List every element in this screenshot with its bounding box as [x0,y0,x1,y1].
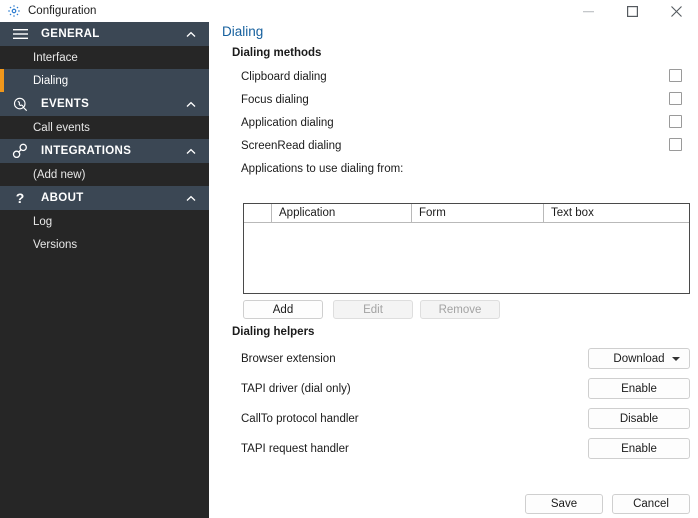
applications-table[interactable]: Application Form Text box [243,203,690,294]
save-button[interactable]: Save [525,494,603,514]
sidebar-item-label: Versions [33,238,78,251]
sidebar-group-label: GENERAL [41,28,100,40]
cancel-button[interactable]: Cancel [612,494,690,514]
link-icon [8,143,32,159]
sidebar-item-label: (Add new) [33,168,86,181]
sidebar-item-dialing[interactable]: Dialing [0,69,209,92]
remove-button[interactable]: Remove [420,300,500,319]
chevron-up-icon[interactable] [186,22,196,46]
focus-dialing-label: Focus dialing [241,94,309,106]
sidebar-item-label: Interface [33,51,78,64]
browser-extension-download-button[interactable]: Download [588,348,690,369]
question-mark-icon: ? [15,190,25,206]
screenread-dialing-label: ScreenRead dialing [241,140,342,152]
sidebar-item-label: Dialing [33,74,69,87]
sidebar-group-general[interactable]: GENERAL [0,22,209,46]
application-dialing-checkbox[interactable] [669,115,682,128]
chevron-up-icon[interactable] [186,186,196,210]
tapi-driver-enable-button[interactable]: Enable [588,378,690,399]
sidebar-group-label: EVENTS [41,98,90,110]
sidebar-item-label: Call events [33,121,90,134]
clipboard-dialing-label: Clipboard dialing [241,71,327,83]
browser-extension-download-label: Download [613,352,665,365]
sidebar-item-interface[interactable]: Interface [0,46,209,69]
gear-icon [6,3,22,19]
maximize-icon[interactable] [610,0,654,22]
minimize-icon[interactable] [566,0,610,22]
chevron-up-icon[interactable] [186,92,196,116]
sidebar-group-label: ABOUT [41,192,84,204]
focus-dialing-checkbox[interactable] [669,92,682,105]
callto-protocol-handler-disable-button[interactable]: Disable [588,408,690,429]
sidebar-item-add-new[interactable]: (Add new) [0,163,209,186]
sidebar-group-label: INTEGRATIONS [41,145,132,157]
sidebar-group-integrations[interactable]: INTEGRATIONS [0,139,209,163]
dialing-methods-heading: Dialing methods [232,47,322,59]
sidebar-group-events[interactable]: EVENTS [0,92,209,116]
browser-extension-label: Browser extension [241,353,336,365]
hamburger-icon [8,28,32,40]
table-header-form[interactable]: Form [412,204,544,222]
tapi-request-handler-enable-button[interactable]: Enable [588,438,690,459]
close-icon[interactable] [654,0,698,22]
sidebar: GENERAL Interface Dialing EVENTS Call ev… [0,22,209,518]
table-body [244,223,689,293]
applications-list-label: Applications to use dialing from: [241,163,404,175]
main-panel: Dialing Dialing methods Clipboard dialin… [209,22,698,518]
chevron-down-icon [672,356,680,361]
callto-protocol-handler-label: CallTo protocol handler [241,413,359,425]
table-header-text-box[interactable]: Text box [544,204,689,222]
tapi-driver-label: TAPI driver (dial only) [241,383,351,395]
table-header-select[interactable] [244,204,272,222]
chevron-up-icon[interactable] [186,139,196,163]
selection-accent-bar [0,69,4,92]
dialing-helpers-heading: Dialing helpers [232,326,315,338]
table-header-application[interactable]: Application [272,204,412,222]
sidebar-item-label: Log [33,215,53,228]
window-title: Configuration [28,5,97,17]
sidebar-item-call-events[interactable]: Call events [0,116,209,139]
call-events-icon [8,97,32,112]
window-controls [566,0,698,22]
table-header-row: Application Form Text box [244,204,689,223]
clipboard-dialing-checkbox[interactable] [669,69,682,82]
edit-button[interactable]: Edit [333,300,413,319]
configuration-window: Configuration GENERAL Interface Dialing … [0,0,698,518]
add-button[interactable]: Add [243,300,323,319]
sidebar-item-versions[interactable]: Versions [0,233,209,256]
sidebar-group-about[interactable]: ? ABOUT [0,186,209,210]
application-dialing-label: Application dialing [241,117,334,129]
tapi-request-handler-label: TAPI request handler [241,443,349,455]
page-title: Dialing [222,24,264,39]
screenread-dialing-checkbox[interactable] [669,138,682,151]
sidebar-item-log[interactable]: Log [0,210,209,233]
title-bar: Configuration [0,0,698,22]
